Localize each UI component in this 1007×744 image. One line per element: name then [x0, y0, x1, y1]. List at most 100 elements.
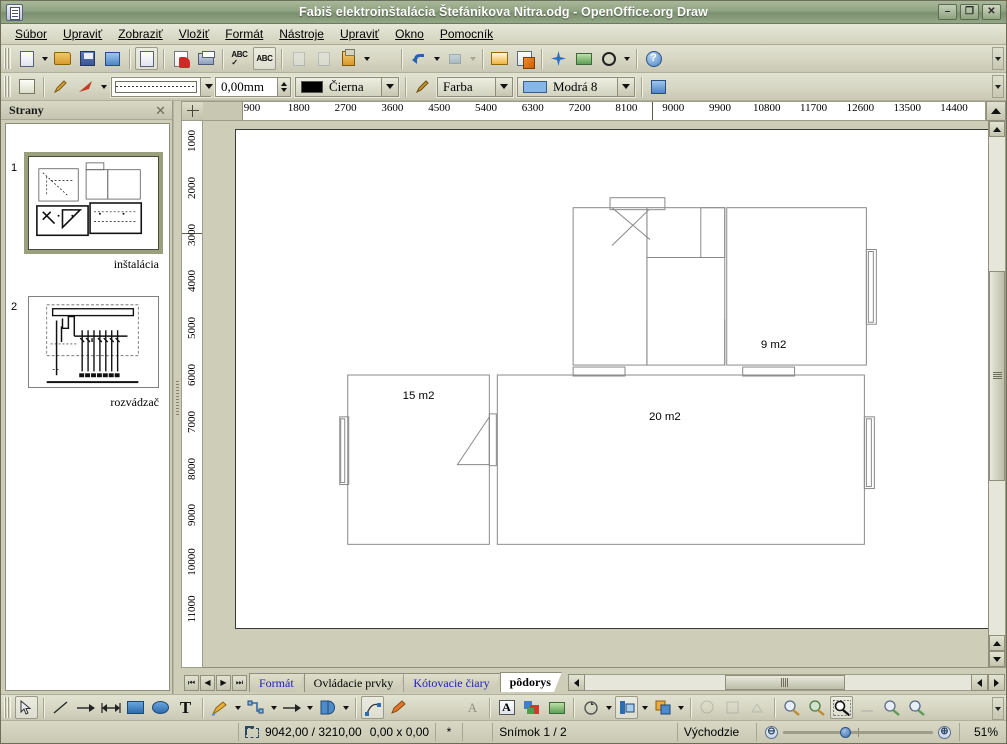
line-color-combo[interactable]: Čierna	[295, 76, 399, 97]
zoom-dropdown-icon[interactable]	[621, 47, 632, 70]
help-icon[interactable]: ?	[642, 47, 665, 70]
next-page-button[interactable]: ▶	[216, 675, 231, 691]
menu-vlozit[interactable]: Vložiť	[171, 25, 218, 43]
curve-icon[interactable]	[208, 696, 231, 719]
menu-pomocnik[interactable]: Pomocník	[432, 25, 501, 43]
connector-icon[interactable]	[244, 696, 267, 719]
rotate-dropdown-icon[interactable]	[603, 696, 614, 719]
vertical-scroll-track[interactable]	[989, 137, 1005, 635]
fontwork-text-icon[interactable]: A	[495, 696, 518, 719]
zoom-slider-knob[interactable]	[839, 726, 851, 738]
export-pdf-icon[interactable]	[169, 47, 192, 70]
scroll-left-icon-2[interactable]	[971, 674, 988, 691]
page-thumbnail-1[interactable]	[24, 152, 163, 254]
curve-dropdown-icon[interactable]	[232, 696, 243, 719]
standard-toolbar-overflow-icon[interactable]	[992, 47, 1004, 70]
line-icon[interactable]	[49, 696, 72, 719]
maximize-button[interactable]: ❐	[960, 4, 979, 20]
arrange-icon[interactable]	[651, 696, 674, 719]
autospellcheck-icon[interactable]: ABC	[253, 47, 276, 70]
area-style-icon[interactable]	[411, 75, 434, 98]
rectangle-icon[interactable]	[124, 696, 147, 719]
zoom-page-icon[interactable]	[805, 696, 828, 719]
page-thumbnail-2[interactable]	[28, 296, 159, 388]
line-color-dropdown-icon[interactable]	[381, 77, 398, 96]
previous-page-button[interactable]: ◀	[200, 675, 215, 691]
shadow-icon[interactable]	[647, 75, 670, 98]
table-icon[interactable]	[513, 47, 536, 70]
close-button[interactable]: ✕	[982, 4, 1001, 20]
zoom-slider[interactable]: ⊖ ⊕	[755, 723, 959, 741]
sidebar-splitter[interactable]	[173, 101, 181, 694]
minimize-button[interactable]: –	[938, 4, 957, 20]
alignment-icon[interactable]	[615, 696, 638, 719]
line-style-combo[interactable]	[111, 76, 217, 97]
new-document-icon[interactable]	[15, 47, 38, 70]
menu-zobrazit[interactable]: Zobraziť	[110, 25, 171, 43]
vertical-scrollbar[interactable]	[989, 121, 1006, 668]
vertical-ruler[interactable]: 1000 2000 3000 4000 5000 6000 7000 8000 9000 1000…	[181, 121, 203, 668]
paste-icon[interactable]	[337, 47, 360, 70]
line-toolbar-grip[interactable]	[4, 76, 11, 97]
scroll-up-icon-2[interactable]	[989, 635, 1005, 651]
text-icon[interactable]: T	[174, 696, 197, 719]
line-width-stepper[interactable]	[277, 77, 290, 96]
line-color-icon[interactable]	[49, 75, 72, 98]
select-icon[interactable]	[15, 696, 38, 719]
rotate-icon[interactable]	[579, 696, 602, 719]
scroll-up-button[interactable]	[986, 101, 1006, 121]
zoom-icon[interactable]	[597, 47, 620, 70]
menu-upravit[interactable]: Upraviť	[55, 25, 110, 43]
ellipse-icon[interactable]	[149, 696, 172, 719]
menu-upravit-2[interactable]: Upraviť	[332, 25, 387, 43]
save-document-icon[interactable]	[76, 47, 99, 70]
from-file-image-icon[interactable]	[520, 696, 543, 719]
scroll-right-icon[interactable]	[988, 674, 1005, 691]
horizontal-ruler[interactable]: 900 1800 2700 3600 4500 5400 6300 7200 8100 9000 9…	[203, 101, 986, 121]
zoom-level-cell[interactable]: 51%	[958, 723, 1004, 741]
last-page-button[interactable]: ⏭	[232, 675, 247, 691]
layer-tab-kotovacie-ciary[interactable]: Kótovacie čiary	[403, 673, 500, 692]
line-ends-arrow-icon[interactable]	[74, 696, 97, 719]
zoom-out-icon[interactable]	[905, 696, 928, 719]
spelling-icon[interactable]: ABC ✓	[228, 47, 251, 70]
line-toolbar-overflow-icon[interactable]	[992, 75, 1004, 98]
line-width-value[interactable]: 0,00mm	[216, 77, 277, 96]
layer-tab-format[interactable]: Formát	[249, 673, 305, 692]
fill-type-dropdown-icon[interactable]	[495, 77, 512, 96]
arrow-style-dropdown-icon[interactable]	[98, 75, 109, 98]
undo-icon[interactable]	[407, 47, 430, 70]
layer-tab-podorys[interactable]: pôdorys	[500, 672, 562, 692]
chart-icon[interactable]	[488, 47, 511, 70]
drawing-canvas[interactable]: 9 m2 15 m2 20 m2	[203, 121, 989, 668]
dimension-line-icon[interactable]	[99, 696, 122, 719]
arrow-style-icon[interactable]	[74, 75, 97, 98]
drawbar-grip[interactable]	[4, 697, 11, 718]
new-document-dropdown-icon[interactable]	[39, 47, 50, 70]
first-page-button[interactable]: ⏮	[184, 675, 199, 691]
zoom-in-icon[interactable]	[780, 696, 803, 719]
lines-and-arrows-dropdown-icon[interactable]	[304, 696, 315, 719]
edit-file-icon[interactable]	[135, 47, 158, 70]
arrange-dropdown-icon[interactable]	[675, 696, 686, 719]
horizontal-scroll-thumb[interactable]	[724, 675, 845, 690]
alignment-dropdown-icon[interactable]	[639, 696, 650, 719]
scroll-up-icon[interactable]	[989, 121, 1005, 137]
horizontal-scroll-track[interactable]	[584, 674, 971, 691]
connector-dropdown-icon[interactable]	[268, 696, 279, 719]
basic-shapes-icon[interactable]	[316, 696, 339, 719]
send-email-icon[interactable]	[101, 47, 124, 70]
menu-nastroje[interactable]: Nástroje	[271, 25, 332, 43]
toolbar-grip[interactable]	[4, 48, 11, 69]
page-sheet[interactable]: 9 m2 15 m2 20 m2	[235, 129, 988, 629]
ruler-origin-icon[interactable]	[181, 101, 203, 121]
fill-type-combo[interactable]: Farba	[437, 76, 513, 97]
drawbar-overflow-icon[interactable]	[992, 697, 1004, 720]
zoom-icon[interactable]	[830, 696, 853, 719]
close-icon[interactable]: ✕	[153, 104, 168, 117]
fill-color-dropdown-icon[interactable]	[617, 77, 634, 96]
undo-dropdown-icon[interactable]	[431, 47, 442, 70]
form-properties-icon[interactable]	[15, 75, 38, 98]
scroll-down-icon[interactable]	[989, 651, 1005, 667]
lines-and-arrows-icon[interactable]	[280, 696, 303, 719]
